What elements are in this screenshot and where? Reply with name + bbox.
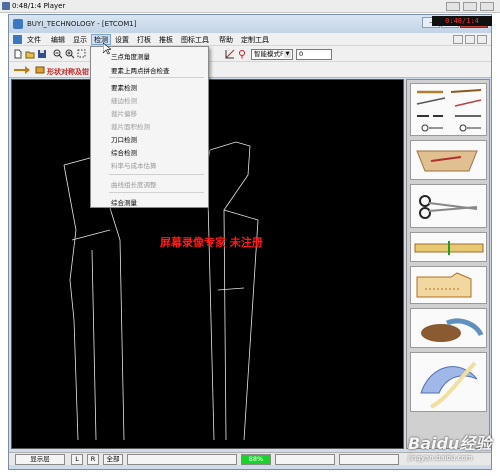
fabric-fold-icon — [416, 150, 478, 172]
open-folder-icon[interactable] — [25, 49, 35, 59]
fabric-basket-tile[interactable] — [410, 308, 487, 348]
value-input[interactable]: 0 — [296, 49, 332, 60]
arrow-tool-icon[interactable] — [13, 65, 31, 75]
scissors-tile[interactable] — [410, 184, 487, 228]
right-piece-hem-line — [217, 287, 245, 291]
menu-edit[interactable]: 编辑 — [49, 35, 67, 45]
zoom-out-icon[interactable] — [53, 49, 63, 59]
recording-timer: 0:48/1:4 — [432, 16, 492, 26]
french-curve-icon — [420, 361, 478, 409]
menu-item-notch-check[interactable]: 刀口检测 — [111, 134, 137, 144]
menu-item-three-point-angle[interactable]: 三点角度测量 — [111, 51, 150, 61]
pattern-piece-icon — [416, 272, 472, 298]
new-file-icon[interactable] — [13, 49, 23, 59]
chevron-down-icon: ▼ — [284, 51, 291, 58]
left-piece-edge — [63, 164, 79, 441]
close-button[interactable] — [480, 2, 494, 11]
menu-item-piece-offset: 裁片偏移 — [111, 110, 137, 118]
title-bar: BUYI_TECHNOLOGY - [ETCOM1] – □ ✕ — [9, 15, 491, 33]
measure-icon[interactable] — [225, 49, 235, 59]
layer-button[interactable]: 显示层 — [15, 454, 65, 465]
scissors-icon — [419, 195, 478, 219]
mdi-restore-button[interactable] — [465, 35, 475, 44]
pattern-piece-tile[interactable] — [410, 266, 487, 304]
all-button[interactable]: 全部 — [103, 454, 123, 465]
menu-item-cost-estimate: 料率与成本估算 — [111, 162, 157, 170]
layer-tool-icon[interactable] — [35, 65, 45, 75]
menu-custom-tools[interactable]: 定制工具 — [239, 35, 271, 45]
minimize-button[interactable] — [446, 2, 460, 11]
mdi-minimize-button[interactable] — [453, 35, 463, 44]
menu-pattern[interactable]: 打板 — [135, 35, 153, 45]
left-piece-cut-line — [71, 229, 111, 241]
measuring-tools-tile[interactable] — [410, 83, 487, 136]
document-icon — [13, 35, 22, 44]
secondary-toolbar: 形状对称及钳 — [9, 62, 491, 78]
ruler-icon — [414, 241, 484, 255]
menu-separator — [109, 174, 204, 175]
pin-icon[interactable] — [237, 49, 247, 59]
menu-file[interactable]: 文件 — [25, 35, 43, 45]
tool-hint-text: 形状对称及钳 — [47, 68, 89, 76]
save-icon[interactable] — [37, 49, 47, 59]
menu-item-area-check: 裁片面积检测 — [111, 123, 150, 131]
menu-separator — [109, 77, 204, 78]
ruler-tile[interactable] — [410, 232, 487, 262]
left-piece-inner-line — [91, 249, 97, 441]
folded-fabric-tile[interactable] — [410, 140, 487, 180]
player-icon — [2, 2, 10, 10]
player-title: 0:48/1:4 Player — [12, 2, 66, 10]
mdi-close-button[interactable] — [477, 35, 487, 44]
tape-measure-tile[interactable] — [410, 352, 487, 412]
menu-item-comprehensive-check[interactable]: 综合检测 — [111, 147, 137, 157]
left-button[interactable]: L — [71, 454, 83, 465]
right-button[interactable]: R — [87, 454, 99, 465]
menu-item-curve-length: 曲线组长度调整 — [111, 181, 157, 189]
mode-select[interactable]: 智能模式F5 ▼ — [251, 49, 293, 60]
status-green-indicator: 88% — [241, 454, 271, 465]
menu-grading[interactable]: 推板 — [157, 35, 175, 45]
check-menu-dropdown: 三点角度测量 要素上两点拼合检查 要素检测 缝边检测 裁片偏移 裁片面积检测 刀… — [90, 46, 209, 208]
menu-icon-tools[interactable]: 图标工具 — [179, 35, 211, 45]
site-url: jingyan.baidu.com — [408, 454, 473, 462]
menu-item-two-point-merge[interactable]: 要素上两点拼合检查 — [111, 65, 170, 75]
fabric-basket-icon — [421, 318, 484, 342]
status-field — [339, 454, 399, 465]
tool-panel — [406, 79, 490, 449]
mode-select-value: 智能模式F5 — [254, 50, 288, 58]
menu-view[interactable]: 显示 — [71, 35, 89, 45]
menu-separator — [109, 192, 204, 193]
maximize-button[interactable] — [463, 2, 477, 11]
site-logo: Baidu经验 — [408, 434, 492, 453]
watermark-text: 屏幕录像专家 未注册 — [160, 236, 263, 249]
player-bar: 0:48/1:4 Player — [0, 0, 500, 13]
mouse-cursor-icon — [103, 43, 111, 55]
site-watermark: Baidu经验 jingyan.baidu.com — [408, 430, 491, 462]
menu-item-element-check[interactable]: 要素检测 — [111, 82, 137, 92]
menu-item-seam-check: 缝边检测 — [111, 97, 137, 105]
window-title: BUYI_TECHNOLOGY - [ETCOM1] — [27, 20, 137, 28]
status-field — [127, 454, 237, 465]
right-piece-outline — [209, 141, 251, 441]
menu-item-comprehensive-measure[interactable]: 综合测量 — [111, 197, 137, 207]
pen-tools-icon — [416, 89, 482, 132]
main-toolbar: 智能模式F5 ▼ 0 — [9, 46, 491, 62]
status-field — [275, 454, 335, 465]
menu-bar: 文件 编辑 显示 检测 设置 打板 推板 图标工具 帮助 定制工具 — [9, 33, 491, 46]
menu-help[interactable]: 帮助 — [217, 35, 235, 45]
menu-settings[interactable]: 设置 — [113, 35, 131, 45]
app-icon — [13, 19, 23, 29]
zoom-in-icon[interactable] — [65, 49, 75, 59]
zoom-window-icon[interactable] — [77, 49, 87, 59]
